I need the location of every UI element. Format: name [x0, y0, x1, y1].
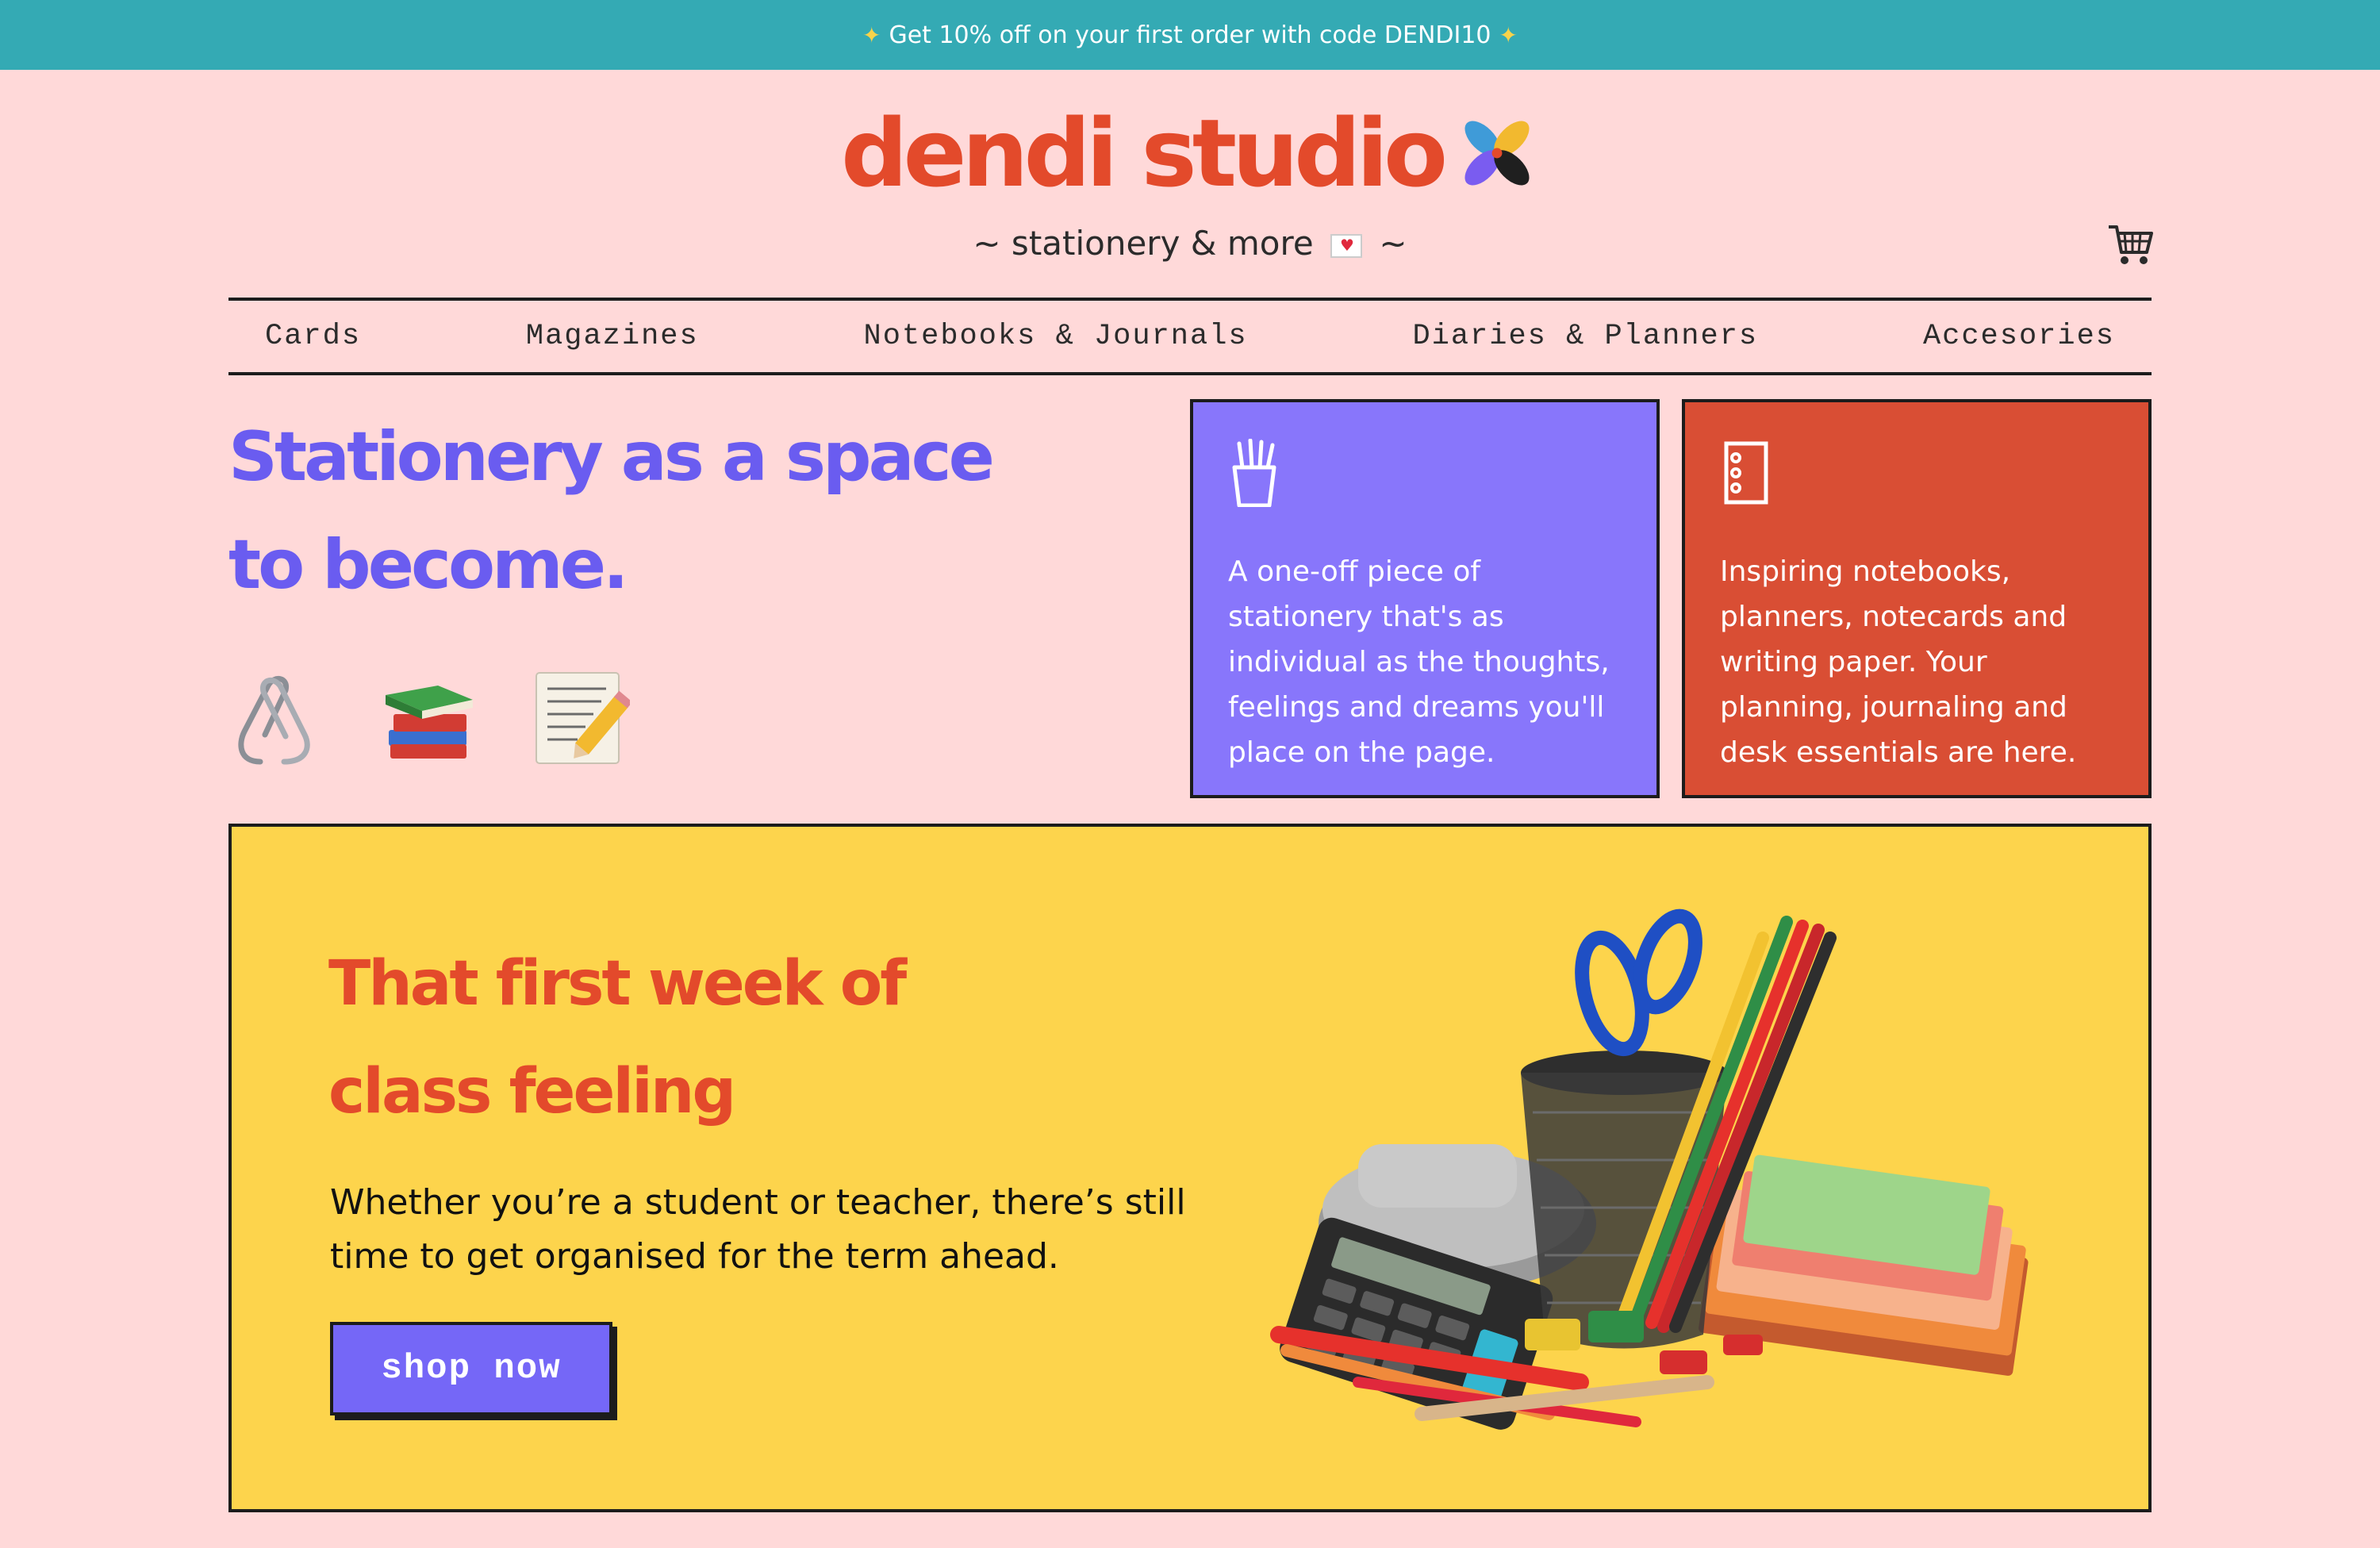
- nav-item-cards[interactable]: Cards: [265, 320, 361, 353]
- brand-name: dendi studio: [841, 98, 1448, 208]
- shop-now-button[interactable]: shop now: [330, 1322, 612, 1415]
- school-supplies-image: [1270, 908, 2029, 1430]
- promo-text: Get 10% off on your first order with cod…: [889, 21, 1491, 49]
- nav-item-notebooks-journals[interactable]: Notebooks & Journals: [864, 320, 1248, 353]
- banner-title: That first week of class feeling: [328, 930, 1201, 1146]
- tagline-end: ~: [1379, 224, 1407, 263]
- books-icon: [386, 686, 473, 759]
- sparkles-icon: ✦: [862, 21, 881, 48]
- brand-logo[interactable]: dendi studio: [841, 102, 1534, 205]
- nav-item-magazines[interactable]: Magazines: [526, 320, 699, 353]
- butterfly-mark-icon: [1464, 121, 1530, 186]
- hero-title: Stationery as a space to become.: [228, 403, 1180, 619]
- hero-title-line-2: to become.: [228, 525, 629, 605]
- cart-icon[interactable]: [2107, 222, 2155, 268]
- banner-title-line-2: class feeling: [328, 1056, 736, 1127]
- hero-emoji-row: [228, 668, 630, 768]
- paperclips-icon: [238, 676, 310, 765]
- banner-title-line-1: That first week of: [328, 948, 907, 1020]
- tagline-text: ~ stationery & more: [973, 224, 1314, 263]
- promo-bar: ✦ Get 10% off on your first order with c…: [0, 0, 2380, 70]
- notebook-icon: [1724, 441, 1768, 505]
- pencil-cup-icon: [1232, 438, 1276, 508]
- feature-card-notebooks[interactable]: Inspiring notebooks, planners, notecards…: [1682, 399, 2152, 798]
- memo-icon: [536, 672, 630, 764]
- feature-card-stationery[interactable]: A one-off piece of stationery that's as …: [1190, 399, 1660, 798]
- main-nav: Cards Magazines Notebooks & Journals Dia…: [228, 298, 2152, 375]
- love-letter-icon: [1330, 233, 1363, 258]
- nav-item-diaries-planners[interactable]: Diaries & Planners: [1412, 320, 1758, 353]
- tagline: ~ stationery & more ~: [0, 224, 2380, 263]
- nav-item-accesories[interactable]: Accesories: [1923, 320, 2115, 353]
- feature-card-text: A one-off piece of stationery that's as …: [1228, 555, 1610, 769]
- banner-copy: Whether you’re a student or teacher, the…: [330, 1182, 1186, 1277]
- sparkles-icon: ✦: [1499, 21, 1518, 48]
- hero-title-line-1: Stationery as a space: [228, 417, 995, 497]
- feature-card-text: Inspiring notebooks, planners, notecards…: [1720, 555, 2077, 769]
- back-to-school-banner: That first week of class feeling Whether…: [228, 824, 2152, 1512]
